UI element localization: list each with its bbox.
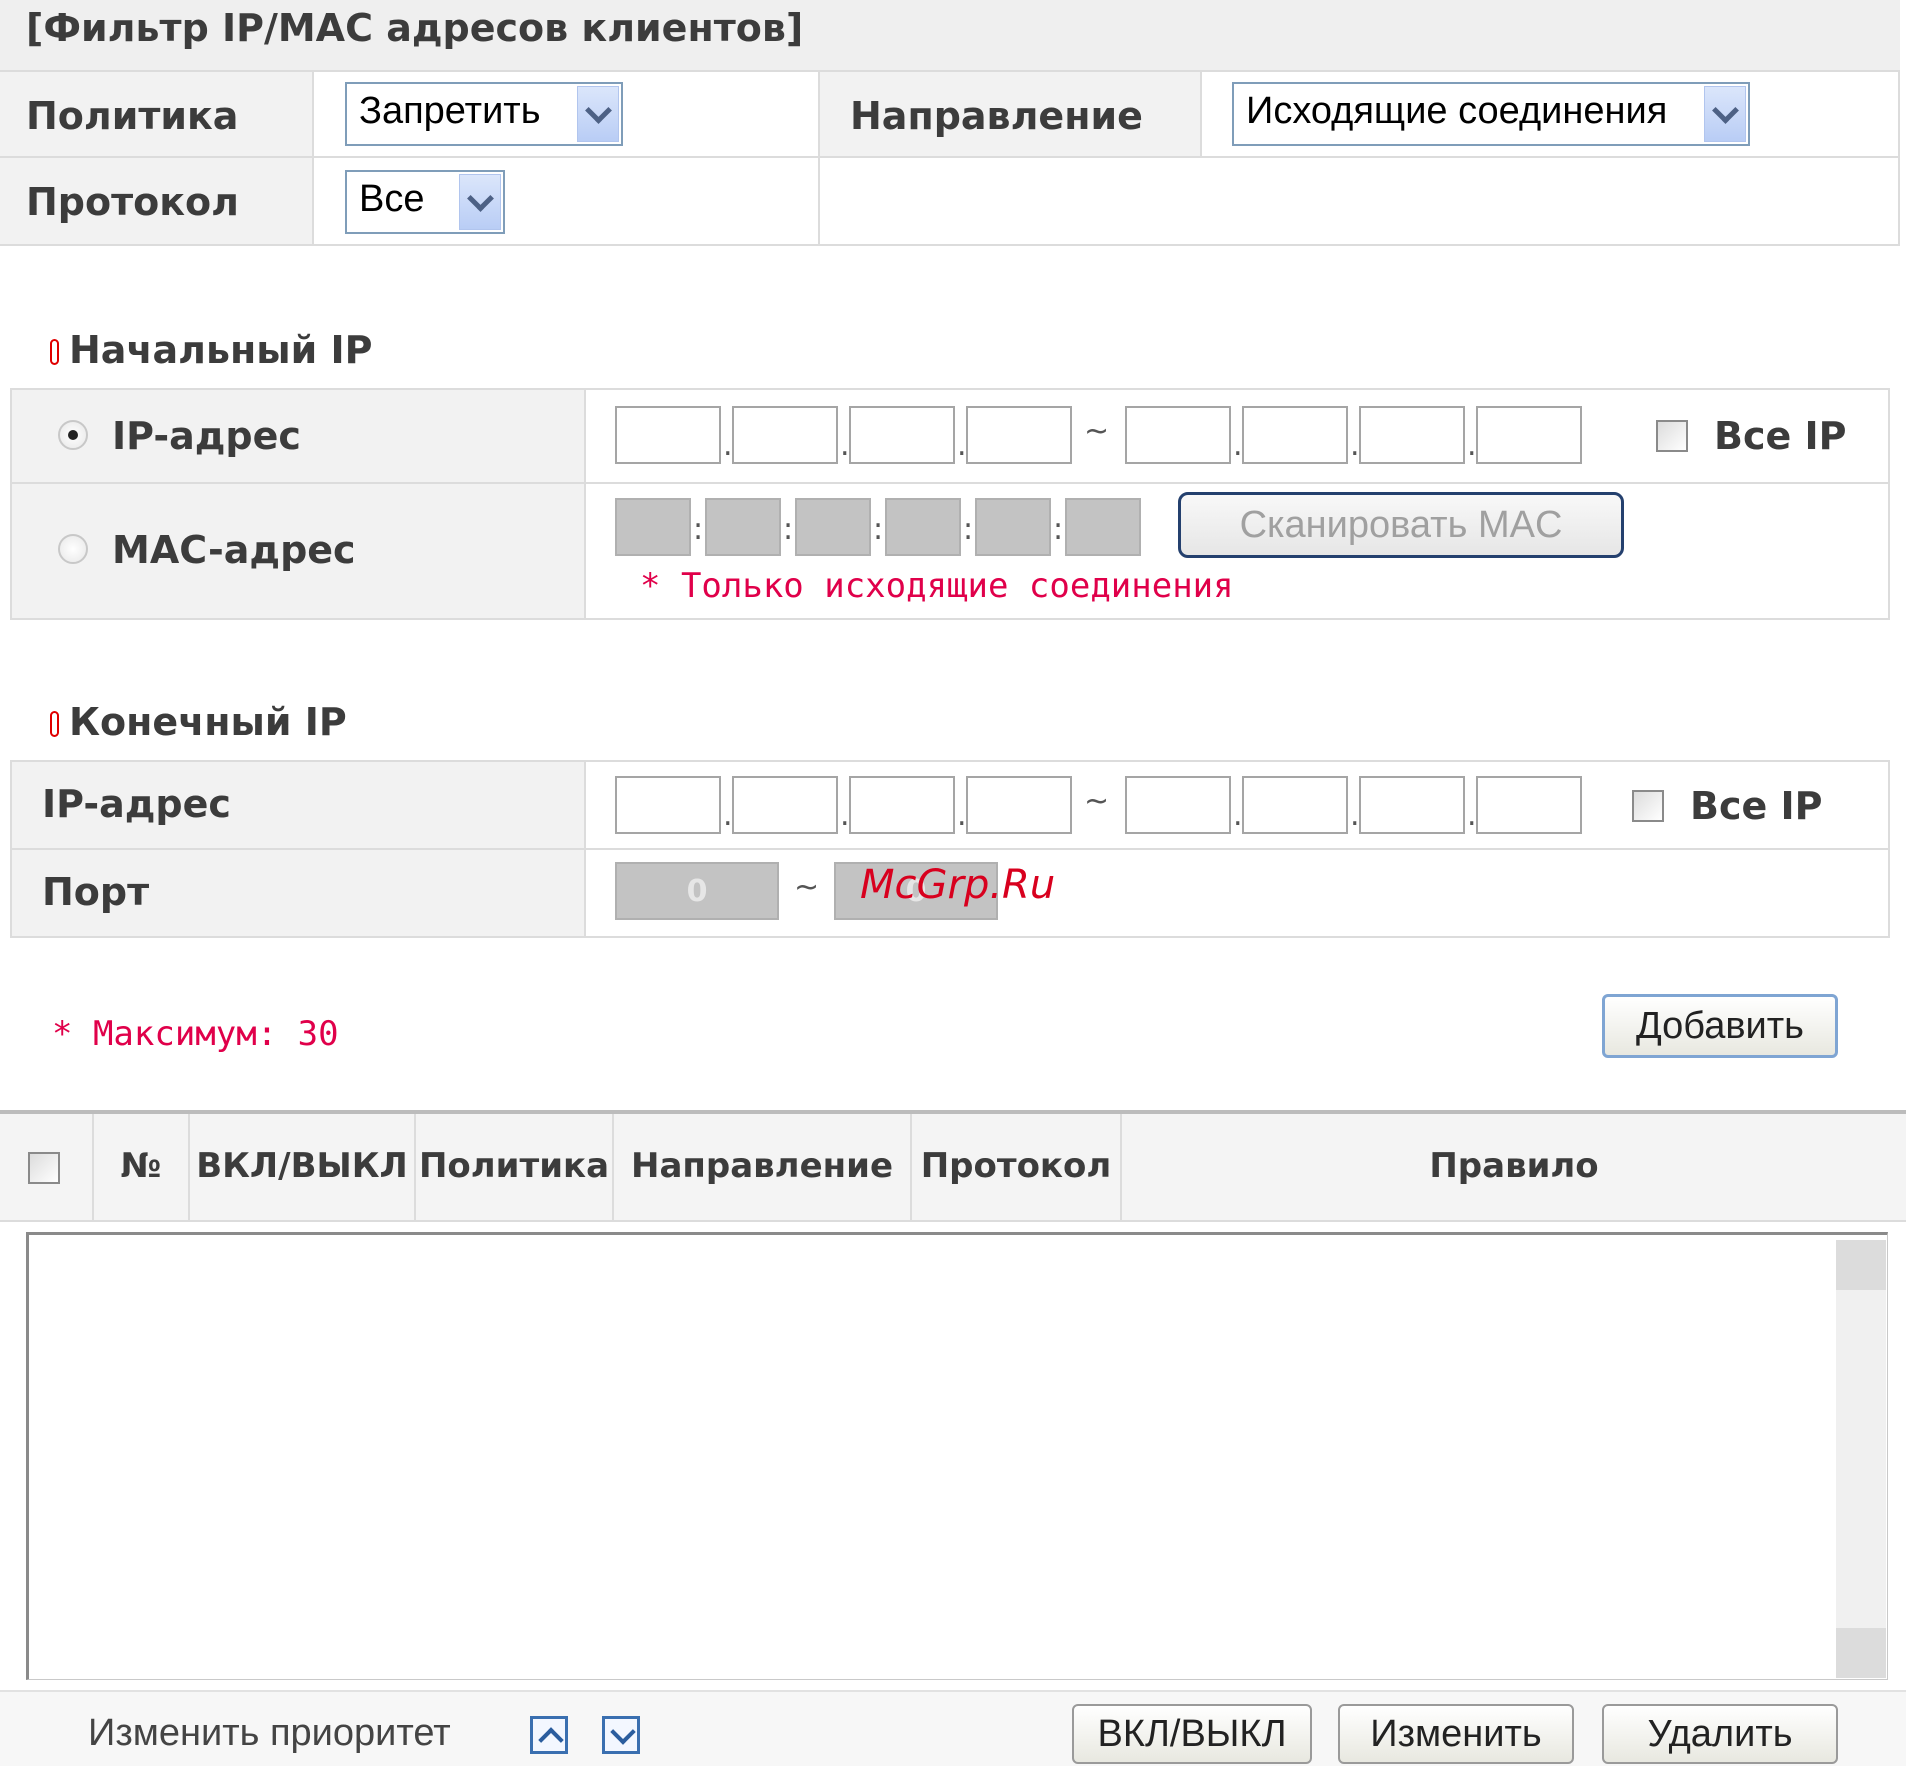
change-priority-label: Изменить приоритет	[88, 1712, 451, 1754]
destination-ip-label: IP-адрес	[42, 782, 231, 826]
destination-section-header: Конечный IP	[50, 700, 347, 744]
policy-label: Политика	[0, 72, 312, 156]
destination-ip-end-octet-3[interactable]	[1359, 776, 1465, 834]
add-button[interactable]: Добавить	[1602, 994, 1838, 1058]
mac-address-radio[interactable]	[58, 534, 88, 564]
protocol-select[interactable]: Все	[345, 170, 505, 234]
source-section-header: Начальный IP	[50, 328, 373, 372]
range-separator: ~	[794, 870, 820, 905]
chevron-down-icon[interactable]	[459, 174, 501, 230]
source-ip-label: IP-адрес	[112, 414, 301, 458]
range-separator: ~	[1084, 784, 1110, 819]
destination-ip-start-octet-3[interactable]	[849, 776, 955, 834]
scan-mac-button[interactable]: Сканировать MAC	[1178, 492, 1624, 558]
source-mac-label: MAC-адрес	[112, 528, 356, 572]
toggle-on-off-button[interactable]: ВКЛ/ВЫКЛ	[1072, 1704, 1312, 1764]
source-ip-start-octet-4[interactable]	[966, 406, 1072, 464]
outgoing-only-note: * Только исходящие соединения	[640, 566, 1234, 606]
col-divider	[818, 70, 820, 246]
range-separator: ~	[1084, 414, 1110, 449]
source-mac-octet-3[interactable]	[795, 498, 871, 556]
source-mac-octet-1[interactable]	[615, 498, 691, 556]
destination-all-ip-checkbox[interactable]	[1632, 790, 1664, 822]
watermark-logo: McGrp.Ru	[860, 862, 1056, 908]
destination-all-ip-label: Все IP	[1690, 784, 1823, 828]
column-header-direction[interactable]: Направление	[614, 1110, 910, 1222]
direction-select-value: Исходящие соединения	[1246, 90, 1668, 132]
destination-ip-end-octet-4[interactable]	[1476, 776, 1582, 834]
vertical-scrollbar[interactable]	[1836, 1240, 1886, 1678]
destination-ip-end-octet-2[interactable]	[1242, 776, 1348, 834]
column-header-policy[interactable]: Политика	[416, 1110, 612, 1222]
direction-select[interactable]: Исходящие соединения	[1232, 82, 1750, 146]
col-divider	[584, 390, 586, 618]
source-all-ip-label: Все IP	[1714, 414, 1847, 458]
priority-up-icon[interactable]	[530, 1716, 568, 1754]
priority-down-icon[interactable]	[602, 1716, 640, 1754]
port-from-input[interactable]: 0	[615, 862, 779, 920]
protocol-select-value: Все	[359, 178, 425, 220]
colon-separator: :	[783, 512, 794, 547]
colon-separator: :	[1053, 512, 1064, 547]
column-header-number[interactable]: №	[94, 1110, 188, 1222]
row-divider	[0, 244, 1900, 246]
protocol-cell	[314, 158, 1900, 244]
row-divider	[12, 482, 1888, 484]
source-mac-octet-2[interactable]	[705, 498, 781, 556]
delete-button[interactable]: Удалить	[1602, 1704, 1838, 1764]
chevron-down-icon[interactable]	[577, 86, 619, 142]
filter-title: [Фильтр IP/MAC адресов клиентов]	[0, 0, 1900, 70]
row-divider	[0, 1220, 1906, 1222]
policy-select[interactable]: Запретить	[345, 82, 623, 146]
column-header-on-off[interactable]: ВКЛ/ВЫКЛ	[190, 1110, 414, 1222]
section-marker-icon	[50, 711, 59, 737]
ip-address-radio[interactable]	[58, 420, 88, 450]
col-divider	[1200, 70, 1202, 158]
rule-list-body[interactable]	[26, 1232, 1888, 1680]
destination-port-label: Порт	[42, 870, 150, 914]
max-rules-note: * Максимум: 30	[52, 1014, 339, 1054]
colon-separator: :	[873, 512, 884, 547]
source-ip-end-octet-3[interactable]	[1359, 406, 1465, 464]
edit-button[interactable]: Изменить	[1338, 1704, 1574, 1764]
column-header-rule[interactable]: Правило	[1122, 1110, 1906, 1222]
destination-ip-end-octet-1[interactable]	[1125, 776, 1231, 834]
colon-separator: :	[963, 512, 974, 547]
chevron-down-icon[interactable]	[1704, 86, 1746, 142]
scroll-up-icon[interactable]	[1836, 1240, 1886, 1290]
col-divider	[312, 70, 314, 246]
source-ip-start-octet-1[interactable]	[615, 406, 721, 464]
direction-label: Направление	[820, 72, 1200, 156]
destination-ip-start-octet-4[interactable]	[966, 776, 1072, 834]
source-ip-end-octet-1[interactable]	[1125, 406, 1231, 464]
select-all-checkbox[interactable]	[28, 1152, 60, 1184]
destination-ip-start-octet-1[interactable]	[615, 776, 721, 834]
source-ip-end-octet-2[interactable]	[1242, 406, 1348, 464]
destination-ip-start-octet-2[interactable]	[732, 776, 838, 834]
source-ip-start-octet-2[interactable]	[732, 406, 838, 464]
source-all-ip-checkbox[interactable]	[1656, 420, 1688, 452]
section-marker-icon	[50, 339, 59, 365]
row-divider	[12, 848, 1888, 850]
col-divider	[1898, 70, 1900, 246]
scroll-down-icon[interactable]	[1836, 1628, 1886, 1678]
row-divider	[0, 156, 1900, 158]
source-mac-octet-5[interactable]	[975, 498, 1051, 556]
policy-select-value: Запретить	[359, 90, 541, 132]
source-ip-start-octet-3[interactable]	[849, 406, 955, 464]
colon-separator: :	[693, 512, 704, 547]
source-mac-octet-4[interactable]	[885, 498, 961, 556]
column-header-protocol[interactable]: Протокол	[912, 1110, 1120, 1222]
source-ip-end-octet-4[interactable]	[1476, 406, 1582, 464]
row-divider	[0, 70, 1900, 72]
source-mac-octet-6[interactable]	[1065, 498, 1141, 556]
protocol-label: Протокол	[0, 158, 312, 244]
